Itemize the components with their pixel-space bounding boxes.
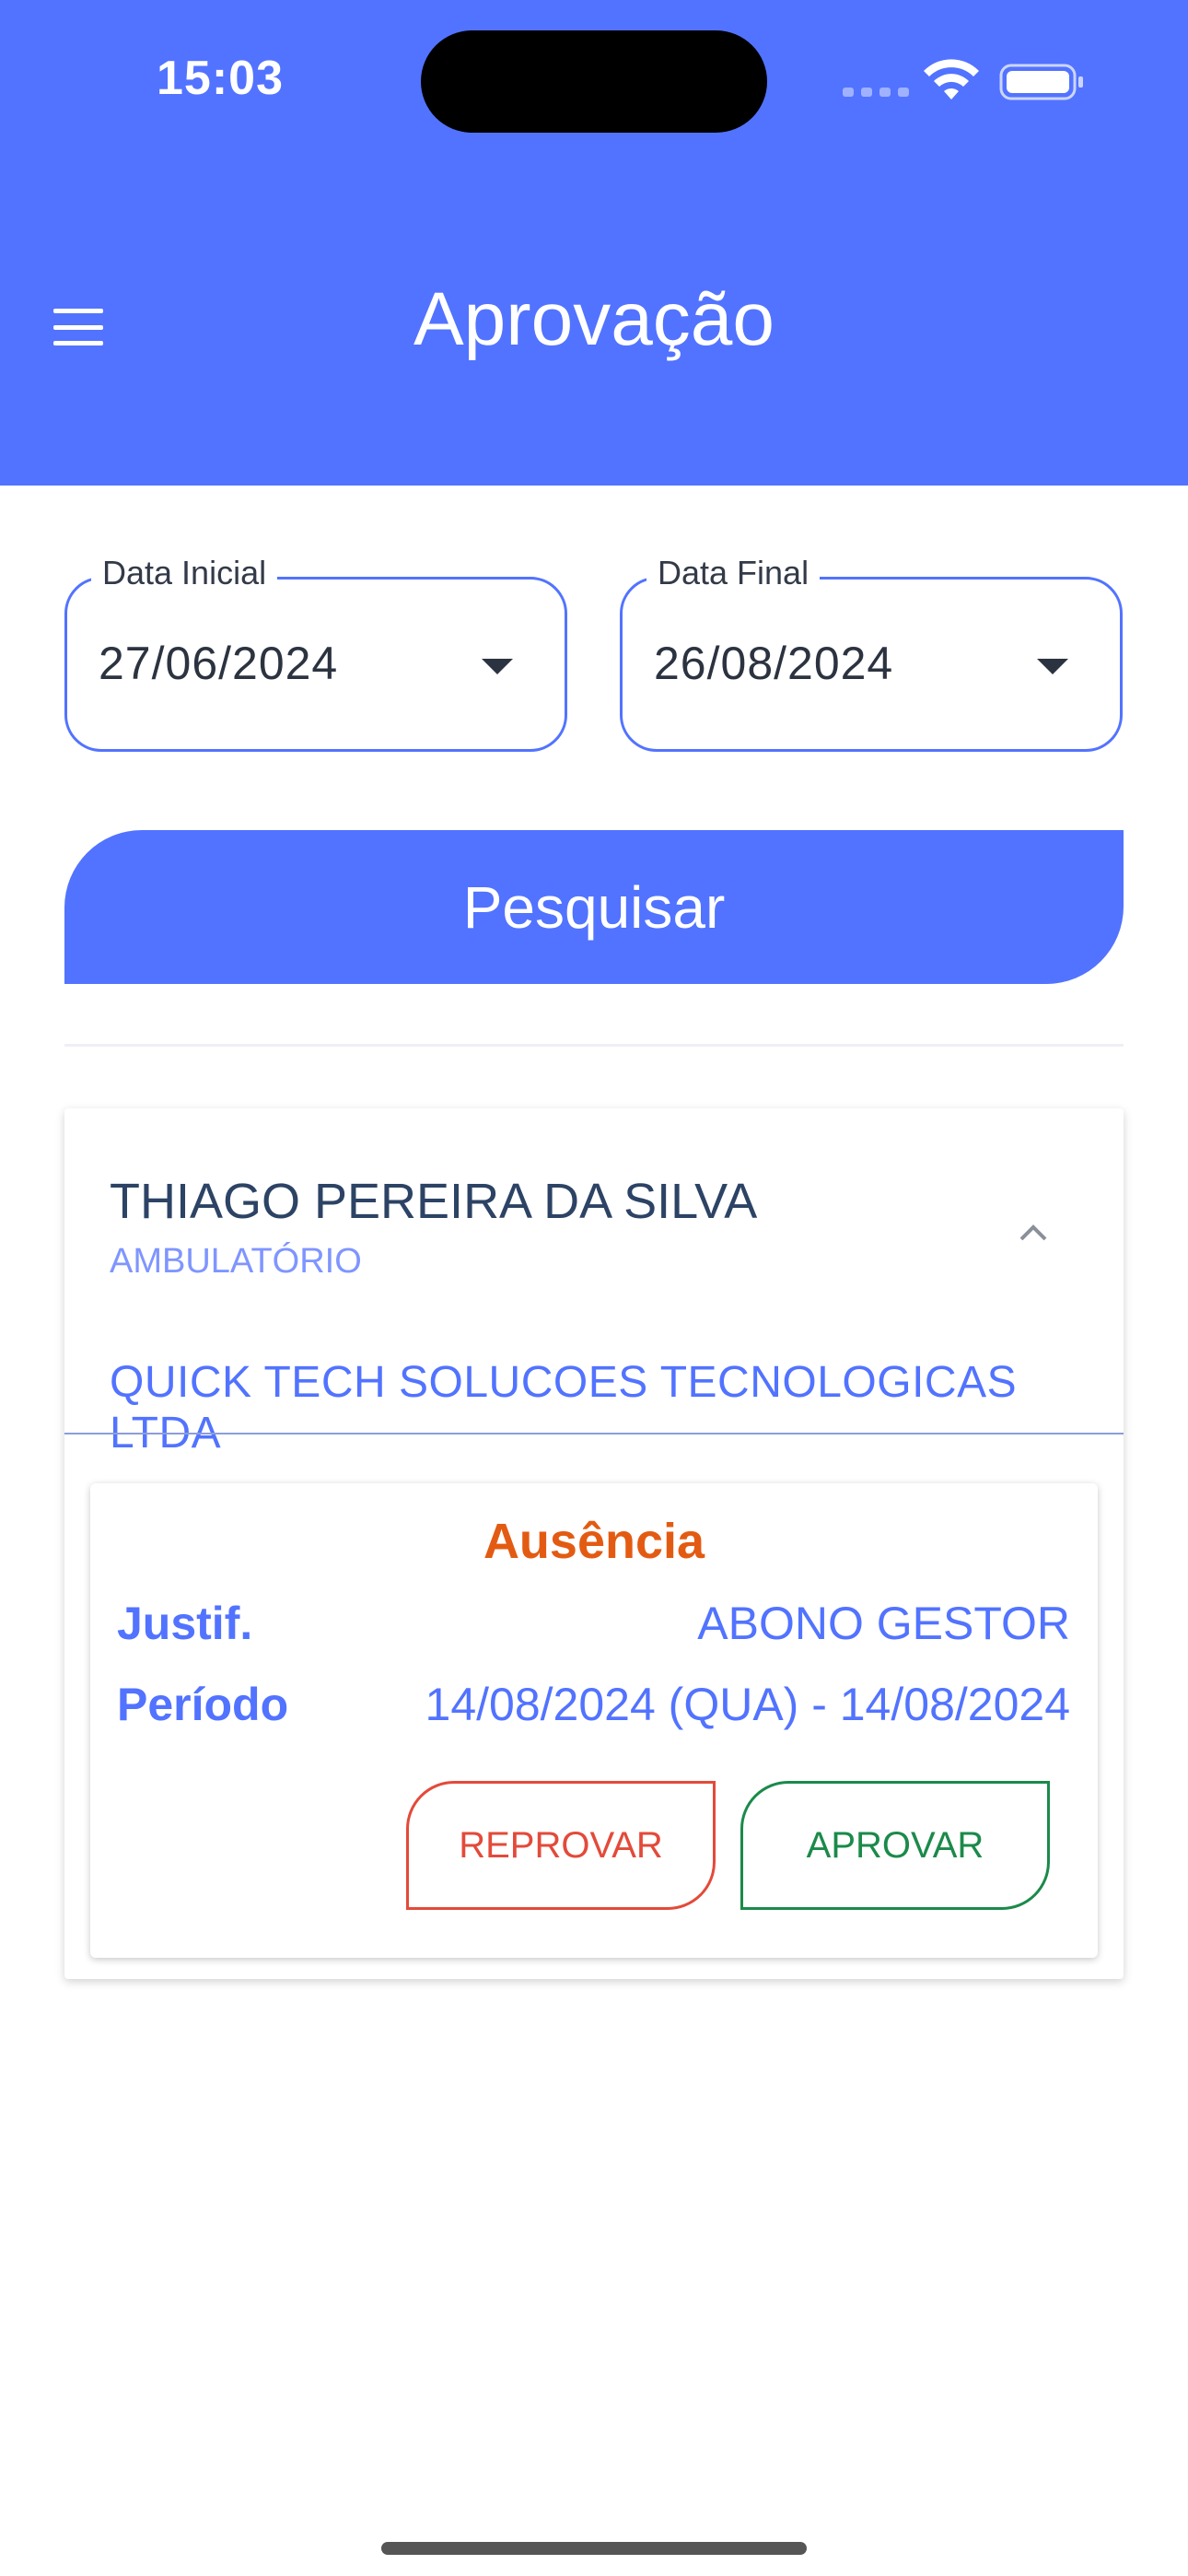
dynamic-island <box>421 30 767 133</box>
dropdown-arrow-icon <box>1037 659 1068 674</box>
status-time: 15:03 <box>157 52 284 105</box>
final-date-value: 26/08/2024 <box>654 638 894 689</box>
justification-label: Justif. <box>117 1598 253 1649</box>
initial-date-label: Data Inicial <box>91 554 278 592</box>
request-type: Ausência <box>483 1514 705 1569</box>
screen: 15:03 Aprovação Data Inicial 27/06/2024 … <box>0 0 1188 2576</box>
employee-card: THIAGO PEREIRA DA SILVA AMBULATÓRIO QUIC… <box>64 1108 1124 1979</box>
final-date-field[interactable]: Data Final 26/08/2024 <box>620 554 1123 752</box>
period-label: Período <box>117 1679 289 1730</box>
employee-company: QUICK TECH SOLUCOES TECNOLOGICAS LTDA <box>110 1358 1018 1458</box>
search-button[interactable]: Pesquisar <box>64 830 1124 984</box>
page-title: Aprovação <box>413 277 775 361</box>
chevron-up-icon[interactable] <box>1018 1217 1049 1248</box>
home-indicator[interactable] <box>381 2542 807 2555</box>
period-value: 14/08/2024 (QUA) - 14/08/2024 <box>425 1679 1070 1730</box>
initial-date-value: 27/06/2024 <box>99 638 339 689</box>
approve-button[interactable]: APROVAR <box>740 1781 1050 1910</box>
employee-department: AMBULATÓRIO <box>110 1242 362 1281</box>
initial-date-field[interactable]: Data Inicial 27/06/2024 <box>64 554 567 752</box>
final-date-label: Data Final <box>646 554 821 592</box>
reject-button[interactable]: REPROVAR <box>406 1781 716 1910</box>
wifi-icon <box>924 59 979 100</box>
app-header: 15:03 Aprovação <box>0 0 1188 486</box>
divider <box>64 1044 1124 1047</box>
cellular-signal-icon <box>843 88 909 97</box>
battery-icon <box>999 64 1083 100</box>
employee-name: THIAGO PEREIRA DA SILVA <box>110 1174 758 1229</box>
request-card: Ausência Justif. ABONO GESTOR Período 14… <box>90 1483 1098 1958</box>
justification-value: ABONO GESTOR <box>697 1598 1070 1649</box>
card-divider <box>64 1433 1124 1434</box>
dropdown-arrow-icon <box>482 659 513 674</box>
